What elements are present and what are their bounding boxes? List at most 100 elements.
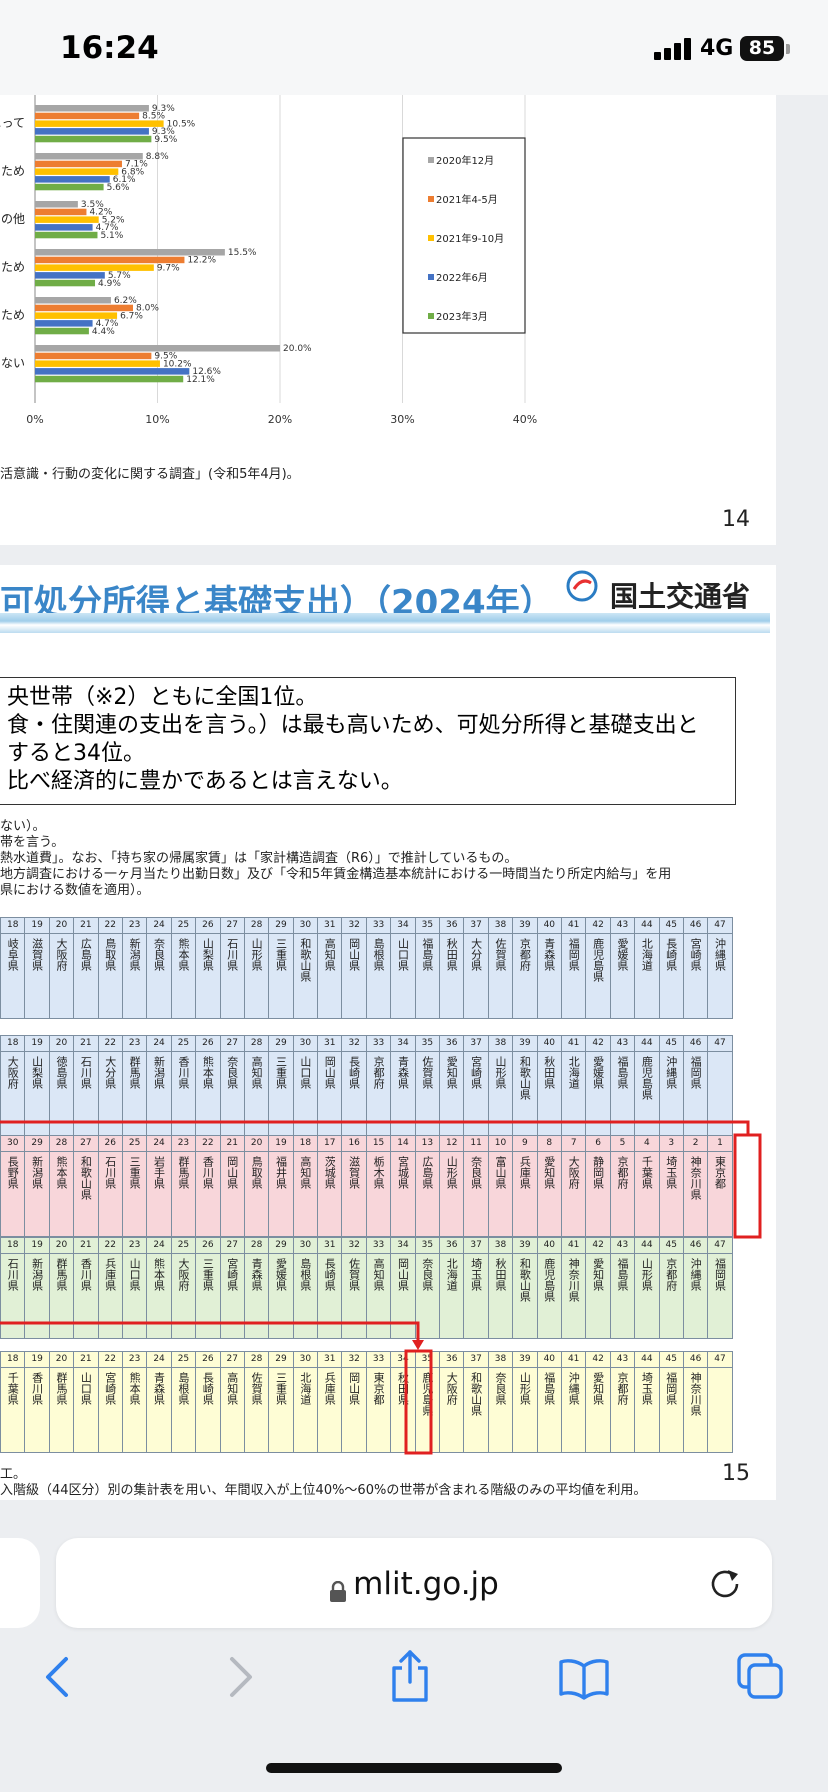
table-cell: 47: [707, 1035, 733, 1137]
bar: [35, 352, 152, 360]
table-cell: 34 青森県: [390, 1035, 416, 1137]
table-cell: 24 熊本県: [146, 1237, 172, 1339]
rank-number: 25: [171, 1352, 196, 1368]
rank-number: 21: [74, 918, 98, 934]
notes: ない）。 帯を言う。 熱水道費」。なお、「持ち家の帰属家賃」は「家計構造調査（R…: [0, 819, 671, 899]
table-cell: 39 和歌山県: [512, 1237, 538, 1339]
prefecture-name: 岡山県: [347, 938, 361, 971]
rank-number: 13: [415, 1136, 440, 1152]
prefecture-name: 香川県: [79, 1258, 93, 1291]
rank-number: 25: [171, 1036, 196, 1052]
table-cell: 43 愛媛県: [609, 917, 636, 1019]
share-icon[interactable]: [388, 1648, 432, 1704]
rank-number: 31: [318, 918, 342, 934]
bar: [35, 153, 143, 160]
previous-tab-card[interactable]: [0, 1538, 40, 1628]
rank-number: 43: [610, 1036, 635, 1052]
rank-number: 39: [513, 1352, 537, 1368]
table-cell: 47 福岡県: [707, 1237, 733, 1339]
rank-number: 42: [586, 1238, 610, 1254]
rank-number: 29: [269, 1036, 293, 1052]
data-label: 6.2%: [114, 296, 137, 306]
title-underline: [0, 613, 770, 633]
table-cell: 20 群馬県: [48, 1237, 75, 1339]
table-cell: 24 岩手県: [146, 1135, 172, 1237]
prefecture-name: 石川県: [103, 1156, 117, 1189]
rank-number: 34: [391, 918, 415, 934]
bar: [35, 224, 93, 231]
prefecture-name: 兵庫県: [518, 1156, 532, 1189]
rank-number: 35: [415, 1238, 440, 1254]
rank-number: 38: [488, 1238, 513, 1254]
legend-swatch: [428, 313, 434, 319]
rank-number: 41: [561, 1238, 586, 1254]
network-type: 4G: [700, 36, 734, 61]
x-tick-label: 30%: [390, 413, 414, 426]
data-label: 12.2%: [187, 256, 216, 266]
address-bar[interactable]: mlit.go.jp: [56, 1538, 772, 1628]
category-label: …ない: [0, 356, 25, 370]
prefecture-name: 神奈川県: [567, 1258, 581, 1302]
rank-number: 43: [610, 918, 635, 934]
table-cell: 23 群馬県: [121, 1035, 148, 1137]
prefecture-name: 岩手県: [152, 1156, 166, 1189]
table-cell: 22 香川県: [195, 1135, 221, 1237]
rank-number: 38: [488, 1352, 513, 1368]
prefecture-name: 神奈川県: [689, 1156, 703, 1200]
prefecture-name: 山形県: [640, 1258, 654, 1291]
note-line: 地方調査における一ヶ月当たり出勤日数」及び「令和5年賃金構造基本統計における一時…: [0, 867, 672, 882]
back-icon[interactable]: [40, 1655, 76, 1699]
rank-number: 11: [464, 1136, 488, 1152]
home-indicator[interactable]: [266, 1763, 562, 1773]
prefecture-name: 福岡県: [567, 938, 581, 971]
rank-number: 5: [610, 1136, 635, 1152]
category-label: …の他: [0, 212, 25, 226]
bar: [35, 112, 140, 120]
table-cell: 21 岡山県: [219, 1135, 245, 1237]
rank-number: 44: [635, 1238, 659, 1254]
bookmarks-icon[interactable]: [558, 1656, 610, 1700]
data-label: 4.4%: [92, 327, 115, 337]
category-label: …いため: [0, 260, 25, 274]
rank-number: 33: [366, 1238, 391, 1254]
rank-number: 18: [1, 1036, 25, 1052]
prefecture-name: 群馬県: [128, 1056, 142, 1089]
rank-number: 35: [415, 918, 440, 934]
table-cell: 26 長崎県: [195, 1351, 221, 1453]
bar: [35, 231, 98, 239]
prefecture-name: 高知県: [323, 938, 337, 971]
data-label: 4.9%: [98, 279, 121, 289]
rank-number: 28: [244, 918, 269, 934]
prefecture-name: 神奈川県: [689, 1372, 703, 1416]
prefecture-name: 和歌山県: [518, 1056, 532, 1100]
rank-number: 33: [366, 1352, 391, 1368]
prefecture-name: 青森県: [396, 1056, 410, 1089]
prefecture-name: 新潟県: [30, 1156, 44, 1189]
bar: [35, 201, 78, 208]
rank-number: 19: [25, 1352, 49, 1368]
rank-number: 37: [464, 1352, 488, 1368]
prefecture-name: 山口県: [298, 1056, 312, 1089]
table-cell: 45 長崎県: [658, 917, 684, 1019]
table-cell: 28 山形県: [243, 917, 270, 1019]
bar: [35, 272, 105, 279]
table-cell: 3 埼玉県: [658, 1135, 684, 1237]
data-label: 8.8%: [146, 152, 169, 162]
table-cell: 37 埼玉県: [463, 1237, 489, 1339]
tabs-icon[interactable]: [736, 1652, 784, 1700]
rank-number: 20: [49, 1238, 74, 1254]
bar: [35, 360, 160, 367]
reload-icon[interactable]: [708, 1566, 742, 1600]
rank-number: 31: [318, 1238, 342, 1254]
forward-icon[interactable]: [222, 1655, 258, 1699]
prefecture-name: 青森県: [152, 1372, 166, 1405]
rank-number: 47: [708, 1238, 732, 1254]
table-cell: 37 宮崎県: [463, 1035, 489, 1137]
prefecture-name: 新潟県: [128, 938, 142, 971]
table-cell: 31 高知県: [317, 917, 343, 1019]
prefecture-name: 東京都: [372, 1372, 386, 1405]
prefecture-name: 和歌山県: [79, 1156, 93, 1200]
rank-number: 17: [318, 1136, 342, 1152]
table-cell: 26 熊本県: [195, 1035, 221, 1137]
table-row: 18 大阪府 19 山梨県 20 徳島県 21 石川県 22 大分県 23 群馬県 24 新潟県 25 香川県…: [0, 1035, 733, 1137]
